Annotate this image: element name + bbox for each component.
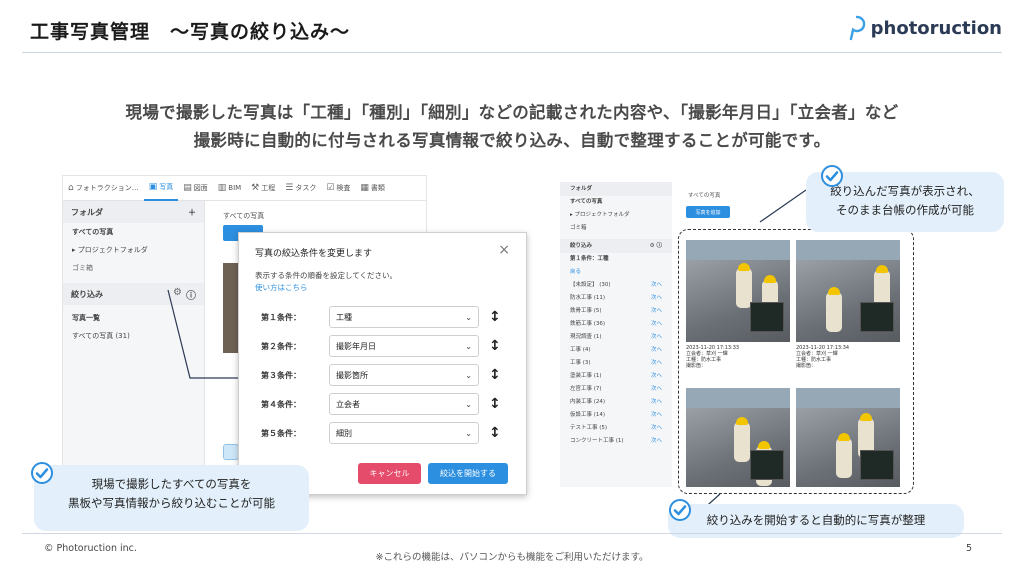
- check-circle-icon: [669, 499, 691, 521]
- footer-divider: [22, 533, 1002, 534]
- callout-left: 現場で撮影したすべての写真を 黒板や写真情報から絞り込むことが可能: [34, 465, 309, 531]
- check-circle-icon: [821, 165, 843, 187]
- connector-line-left: [167, 289, 238, 379]
- callout-left-line1: 現場で撮影したすべての写真を: [91, 477, 252, 491]
- callout-top-right-line2: そのまま台帳の作成が可能: [836, 203, 974, 217]
- page-number: 5: [965, 543, 972, 554]
- footnote: ※これらの機能は、パソコンからも機能をご利用いただけます。: [375, 552, 649, 563]
- callout-left-line2: 黒板や写真情報から絞り込むことが可能: [68, 496, 275, 510]
- check-circle-icon: [31, 462, 53, 484]
- connector-line-top-right: [759, 189, 807, 223]
